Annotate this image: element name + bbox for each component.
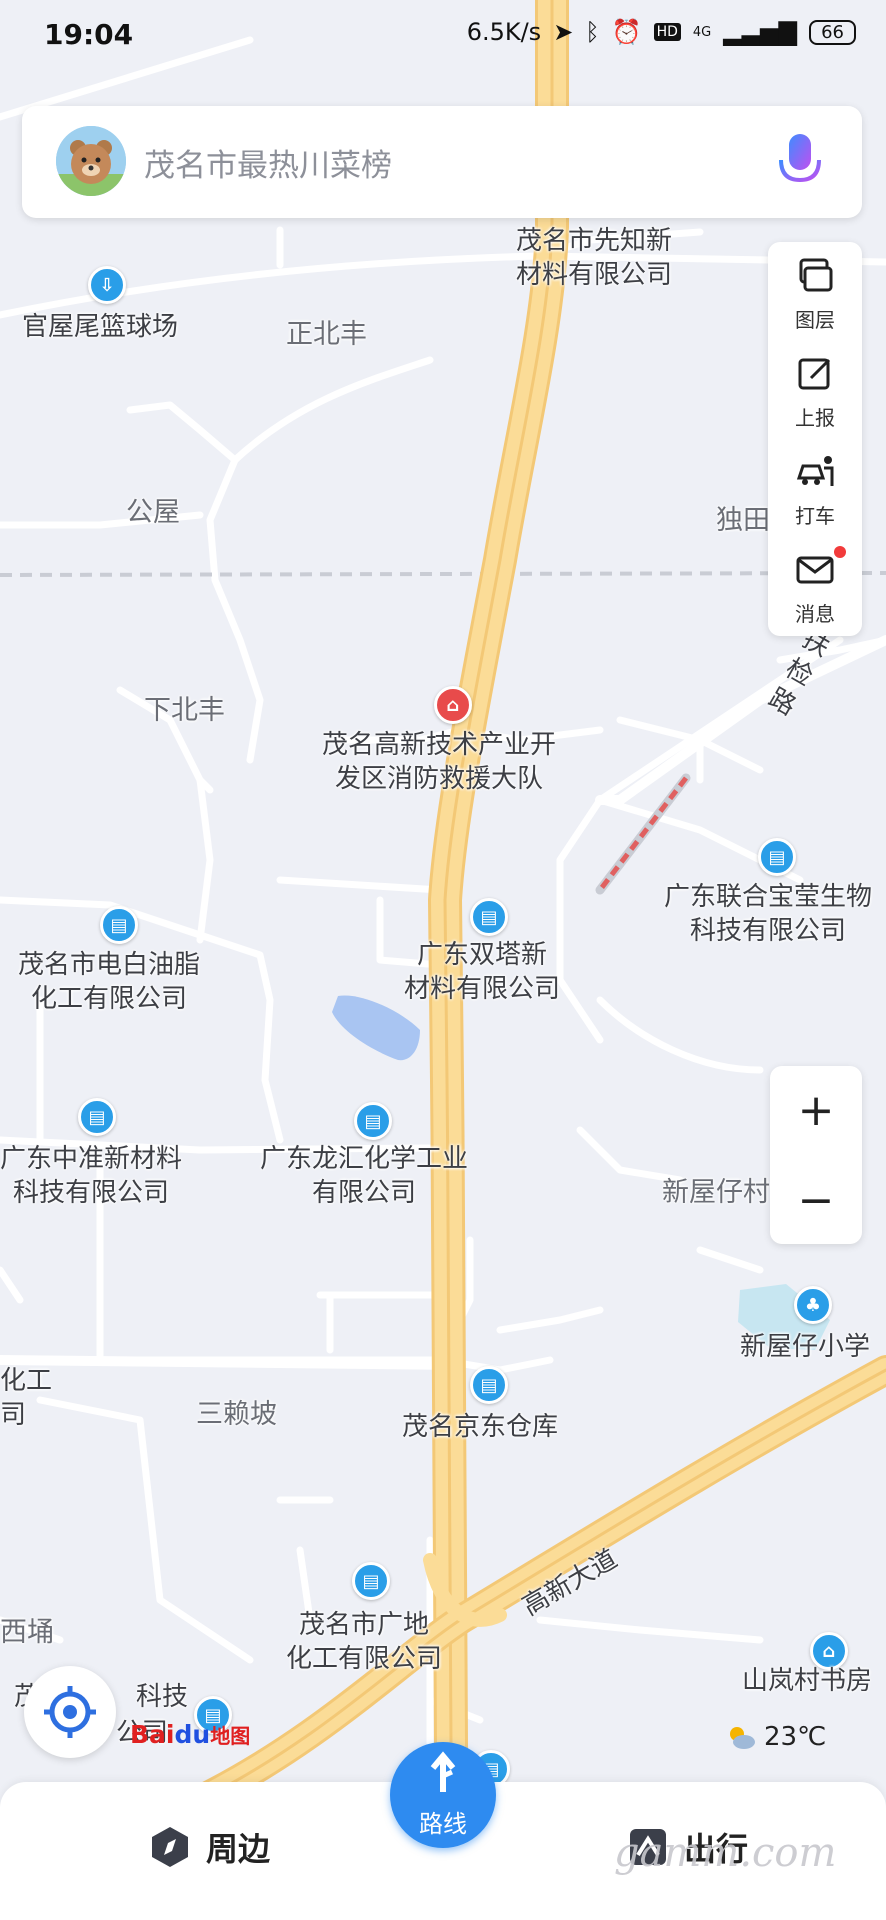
poi-label[interactable]: 广东龙汇化学工业 有限公司 bbox=[260, 1142, 468, 1210]
layers-button[interactable]: 图层 bbox=[768, 242, 862, 338]
net-speed: 6.5K/s bbox=[466, 18, 542, 46]
search-input[interactable]: 茂名市最热川菜榜 bbox=[144, 140, 392, 185]
taxi-label: 打车 bbox=[795, 504, 835, 528]
label-line: 有限公司 bbox=[312, 1178, 417, 1208]
status-bar: 19:04 6.5K/s ➤ ᛒ ⏰ HD 4G ▂▃▅▇ 66 bbox=[0, 0, 886, 74]
taxi-icon bbox=[796, 456, 834, 486]
message-label: 消息 bbox=[795, 602, 835, 626]
sun-cloud-icon bbox=[730, 1727, 755, 1749]
route-label: 路线 bbox=[419, 1810, 467, 1838]
poi-marker-building[interactable]: ▤ bbox=[470, 1366, 508, 1404]
hd-icon: HD bbox=[653, 23, 681, 41]
label-line: 茂名市电白油脂 bbox=[18, 950, 201, 980]
label-line: 化工有限公司 bbox=[286, 1644, 443, 1674]
label-line: 茂名市先知新 bbox=[516, 226, 673, 256]
baidu-map-logo: Baidu地图 bbox=[130, 1720, 250, 1749]
voice-search-icon[interactable] bbox=[770, 130, 830, 194]
place-label: 正北丰 bbox=[286, 319, 367, 350]
report-button[interactable]: 上报 bbox=[768, 340, 862, 436]
poi-marker-building[interactable]: ▤ bbox=[354, 1102, 392, 1140]
logo-part: Bai bbox=[130, 1720, 175, 1749]
label-line: 科技有限公司 bbox=[690, 916, 847, 946]
zoom-out-button[interactable]: − bbox=[770, 1156, 862, 1244]
label-line: 广东龙汇化学工业 bbox=[260, 1144, 469, 1174]
poi-marker-fire-station[interactable]: ⌂ bbox=[434, 686, 472, 724]
bear-avatar-icon bbox=[56, 126, 126, 196]
label-line: 化工有限公司 bbox=[31, 984, 188, 1014]
logo-part: du bbox=[174, 1720, 211, 1749]
poi-marker-building[interactable]: ▤ bbox=[470, 898, 508, 936]
message-badge bbox=[834, 546, 846, 558]
map-tools-panel: 图层 上报 打车 消息 bbox=[768, 242, 862, 636]
taxi-button[interactable]: 打车 bbox=[768, 438, 862, 534]
battery-level: 66 bbox=[821, 21, 844, 43]
network-label: 4G bbox=[692, 24, 712, 40]
poi-label[interactable]: 广东中准新材料 科技有限公司 bbox=[0, 1142, 182, 1210]
place-label: 公屋 bbox=[126, 497, 180, 528]
battery-icon: 66 bbox=[809, 19, 856, 45]
poi-label-fire-station[interactable]: 茂名高新技术产业开 发区消防救援大队 bbox=[322, 728, 556, 796]
poi-marker-building[interactable]: ▤ bbox=[352, 1562, 390, 1600]
label-line: 化工 bbox=[0, 1366, 53, 1396]
poi-label-library[interactable]: 山岚村书房 bbox=[742, 1664, 872, 1698]
label-line: 广东联合宝莹生物 bbox=[664, 882, 873, 912]
poi-label[interactable]: 茂名市电白油脂 化工有限公司 bbox=[18, 948, 200, 1016]
zoom-controls: + − bbox=[770, 1066, 862, 1244]
poi-label-court[interactable]: 官屋尾篮球场 bbox=[22, 310, 178, 344]
place-label: 独田 bbox=[716, 505, 770, 536]
label-line: 广东双塔新 bbox=[417, 940, 548, 970]
search-bar[interactable]: 茂名市最热川菜榜 bbox=[22, 106, 862, 218]
label-line: 材料有限公司 bbox=[516, 260, 673, 290]
poi-label-edge[interactable]: 科技 bbox=[136, 1680, 188, 1714]
poi-label-school[interactable]: 新屋仔小学 bbox=[740, 1330, 870, 1364]
signal-icon: ▂▃▅▇ bbox=[723, 18, 798, 46]
status-time: 19:04 bbox=[44, 18, 134, 51]
zoom-in-button[interactable]: + bbox=[770, 1066, 862, 1154]
temperature: 23℃ bbox=[764, 1722, 827, 1752]
message-icon bbox=[796, 556, 834, 584]
report-icon bbox=[798, 358, 831, 390]
place-label: 新屋仔村 bbox=[662, 1177, 770, 1208]
nearby-label: 周边 bbox=[206, 1830, 271, 1868]
report-label: 上报 bbox=[795, 406, 835, 430]
label-line: 科技有限公司 bbox=[13, 1178, 170, 1208]
label-line: 茂名市广地 bbox=[299, 1610, 430, 1640]
poi-label[interactable]: 广东双塔新材料有限公司 bbox=[404, 938, 560, 1006]
poi-marker-school[interactable]: ♣ bbox=[794, 1286, 832, 1324]
place-label: 下北丰 bbox=[144, 695, 225, 726]
layers-label: 图层 bbox=[795, 308, 835, 332]
watermark: gamm.com bbox=[614, 1830, 837, 1876]
poi-label-edge[interactable]: 化工司 bbox=[0, 1364, 52, 1432]
status-icons: 6.5K/s ➤ ᛒ ⏰ HD 4G ▂▃▅▇ 66 bbox=[467, 18, 856, 46]
poi-label[interactable]: 茂名市先知新 材料有限公司 bbox=[516, 224, 672, 292]
bluetooth-icon: ᛒ bbox=[585, 18, 600, 46]
label-line: 司 bbox=[0, 1400, 27, 1430]
nearby-tab[interactable]: 周边 bbox=[148, 1824, 270, 1870]
layers-icon bbox=[799, 258, 833, 292]
place-label: 西埇 bbox=[0, 1617, 54, 1648]
logo-part: 地图 bbox=[210, 1724, 251, 1748]
poi-label[interactable]: 茂名市广地化工有限公司 bbox=[286, 1608, 442, 1676]
compass-icon bbox=[152, 1827, 188, 1867]
label-line: 发区消防救援大队 bbox=[335, 764, 544, 794]
route-button[interactable]: 路线 bbox=[390, 1742, 496, 1848]
poi-label[interactable]: 广东联合宝莹生物 科技有限公司 bbox=[664, 880, 872, 948]
route-arrow-icon bbox=[430, 1751, 456, 1792]
poi-marker-building[interactable]: ▤ bbox=[758, 838, 796, 876]
poi-marker-building[interactable]: ▤ bbox=[100, 906, 138, 944]
poi-marker-building[interactable]: ▤ bbox=[78, 1098, 116, 1136]
avatar[interactable] bbox=[56, 126, 126, 196]
weather-widget[interactable]: 23℃ bbox=[726, 1722, 826, 1752]
poi-label[interactable]: 茂名京东仓库 bbox=[402, 1410, 558, 1444]
label-line: 材料有限公司 bbox=[404, 974, 561, 1004]
location-arrow-icon: ➤ bbox=[553, 18, 574, 46]
label-line: 广东中准新材料 bbox=[0, 1144, 183, 1174]
place-label: 三赖坡 bbox=[196, 1399, 277, 1430]
label-line: 茂名高新技术产业开 bbox=[322, 730, 557, 760]
message-button[interactable]: 消息 bbox=[768, 536, 862, 632]
alarm-icon: ⏰ bbox=[611, 18, 642, 46]
poi-marker-court[interactable]: ⇩ bbox=[88, 266, 126, 304]
crosshair-icon bbox=[44, 1686, 96, 1738]
locate-button[interactable] bbox=[24, 1666, 116, 1758]
